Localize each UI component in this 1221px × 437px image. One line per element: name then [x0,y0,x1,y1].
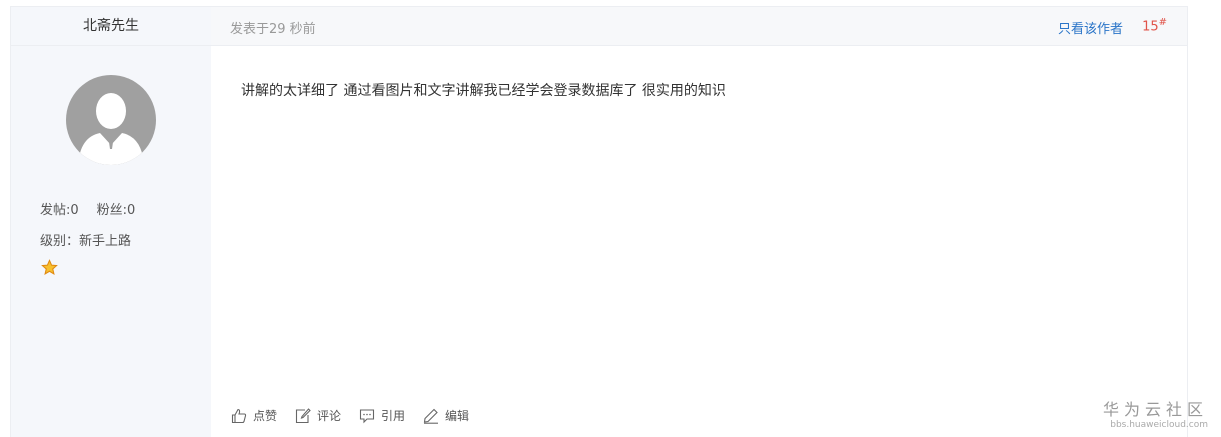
fans-count: 粉丝:0 [96,203,136,218]
comment-button[interactable]: 评论 [295,407,341,424]
post-count: 发帖:0 [40,203,79,218]
floor-number: 15# [1142,17,1167,34]
pencil-icon [423,408,439,424]
like-label: 点赞 [253,409,278,423]
user-stats: 发帖:0 粉丝:0 [40,199,153,218]
username[interactable]: 北斋先生 [11,7,211,46]
like-button[interactable]: 点赞 [231,407,277,424]
star-icon [41,259,58,275]
floor-number-value: 15 [1142,19,1159,35]
speech-bubble-icon [359,408,375,423]
avatar-icon [66,75,156,165]
post-card: 北斋先生 发帖:0 粉丝:0 级别：新手上路 发表于29 秒前 只看该作者 15# [10,6,1188,437]
quote-label: 引用 [381,409,406,423]
only-author-link[interactable]: 只看该作者 [1058,18,1123,37]
edit-label: 编辑 [445,409,470,423]
post-header: 发表于29 秒前 只看该作者 15# [211,7,1187,46]
floor-mark: # [1158,17,1167,28]
watermark: 华为云社区 bbs.huaweicloud.com [1103,396,1208,430]
comment-label: 评论 [317,409,342,423]
post-body: 讲解的太详细了 通过看图片和文字讲解我已经学会登录数据库了 很实用的知识 [241,83,726,99]
comment-edit-icon [295,407,311,423]
quote-button[interactable]: 引用 [359,407,405,424]
post-actions: 点赞 评论 引用 编辑 [231,407,487,424]
user-panel: 北斋先生 发帖:0 粉丝:0 级别：新手上路 [11,7,211,437]
post-content-area: 发表于29 秒前 只看该作者 15# 讲解的太详细了 通过看图片和文字讲解我已经… [211,7,1187,437]
edit-button[interactable]: 编辑 [423,407,469,424]
post-time: 发表于29 秒前 [230,22,316,37]
watermark-brand: 华为云社区 [1102,400,1208,419]
avatar[interactable] [66,75,156,165]
watermark-url: bbs.huaweicloud.com [1110,420,1208,430]
user-level: 级别：新手上路 [40,234,132,249]
thumbs-up-icon [231,408,247,423]
